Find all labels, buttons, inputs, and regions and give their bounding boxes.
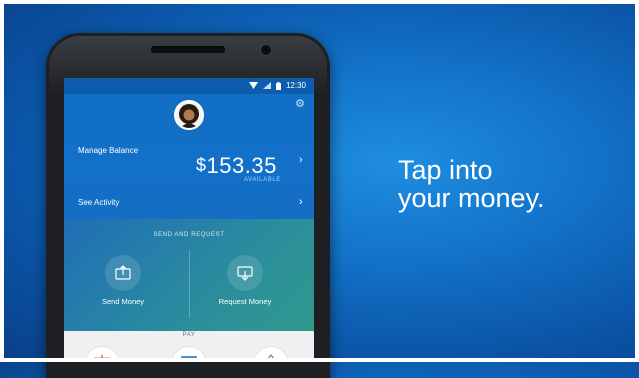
status-time: 12:30 bbox=[285, 81, 306, 90]
divider bbox=[189, 250, 190, 318]
front-camera bbox=[260, 44, 272, 56]
currency-symbol: $ bbox=[196, 155, 207, 175]
pay-title: PAY bbox=[182, 332, 196, 338]
request-money-button[interactable] bbox=[227, 255, 263, 291]
balance-value: 153.35 bbox=[206, 153, 277, 178]
avatar[interactable] bbox=[174, 100, 204, 130]
chevron-right-icon[interactable]: › bbox=[299, 154, 303, 166]
status-bar: 12:30 bbox=[64, 78, 314, 94]
store-icon bbox=[264, 354, 278, 362]
balance-amount: $153.35 bbox=[196, 153, 277, 179]
send-money-icon bbox=[115, 265, 131, 280]
request-money-label[interactable]: Request Money bbox=[206, 297, 284, 306]
request-money-icon bbox=[237, 266, 253, 281]
battery-icon bbox=[275, 81, 281, 90]
available-label: AVAILABLE bbox=[244, 177, 281, 183]
tagline-line-1: Tap into bbox=[398, 155, 493, 185]
send-money-button[interactable] bbox=[105, 255, 141, 291]
tagline: Tap into your money. bbox=[398, 156, 545, 212]
manage-balance-label: Manage Balance bbox=[78, 146, 139, 155]
app-screen: 12:30 ⚙ Manage Balance $153.35 AVAILABLE… bbox=[64, 78, 314, 362]
tagline-line-2: your money. bbox=[398, 183, 545, 213]
gift-icon bbox=[94, 355, 110, 362]
see-activity-label: See Activity bbox=[78, 198, 120, 207]
card-icon bbox=[181, 356, 197, 362]
wifi-icon bbox=[248, 82, 258, 89]
gear-icon[interactable]: ⚙ bbox=[295, 99, 305, 110]
signal-icon bbox=[262, 82, 271, 89]
speaker-grille bbox=[151, 46, 225, 53]
send-request-title: SEND AND REQUEST bbox=[153, 232, 225, 238]
chevron-right-icon[interactable]: › bbox=[299, 196, 303, 208]
send-money-label[interactable]: Send Money bbox=[84, 297, 162, 306]
